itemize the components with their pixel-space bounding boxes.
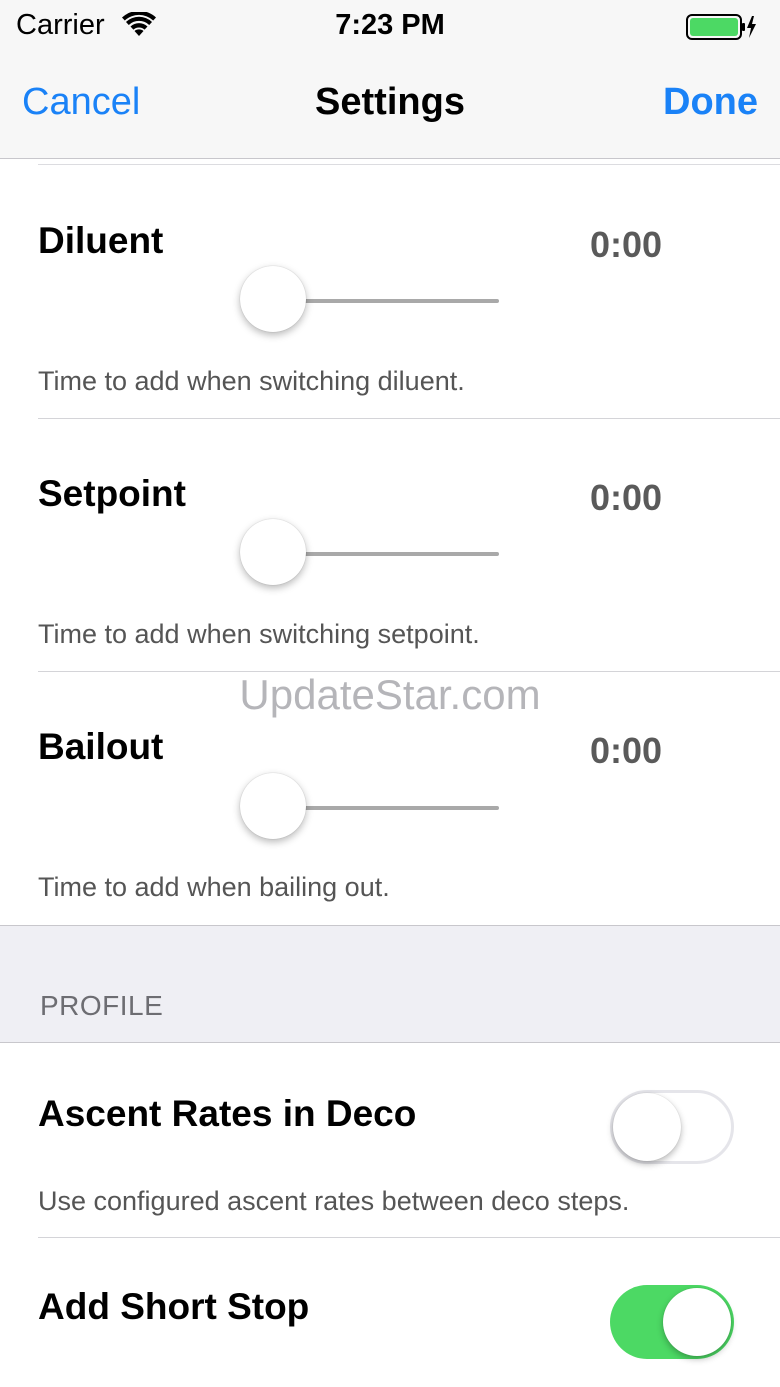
setpoint-description: Time to add when switching setpoint. bbox=[38, 619, 480, 649]
ascent-rates-row: Ascent Rates in Deco Use configured asce… bbox=[0, 1043, 780, 1237]
short-stop-switch[interactable] bbox=[610, 1285, 734, 1359]
status-time: 7:23 PM bbox=[335, 9, 445, 41]
bailout-description: Time to add when bailing out. bbox=[38, 872, 390, 902]
diluent-row: Diluent 0:00 Time to add when switching … bbox=[0, 166, 780, 418]
section-header-label: PROFILE bbox=[40, 990, 164, 1021]
bailout-slider-track[interactable] bbox=[272, 806, 499, 810]
ascent-rates-title: Ascent Rates in Deco bbox=[38, 1093, 417, 1134]
short-stop-row: Add Short Stop bbox=[0, 1238, 780, 1387]
done-button[interactable]: Done bbox=[663, 81, 758, 124]
battery-icon bbox=[686, 14, 758, 40]
bailout-row: Bailout 0:00 Time to add when bailing ou… bbox=[0, 672, 780, 924]
diluent-description: Time to add when switching diluent. bbox=[38, 366, 465, 396]
status-bar: Carrier 7:23 PM bbox=[0, 0, 780, 52]
navigation-bar: Cancel Settings Done bbox=[0, 52, 780, 159]
bailout-slider-thumb[interactable] bbox=[240, 773, 306, 839]
ascent-rates-description: Use configured ascent rates between deco… bbox=[38, 1186, 630, 1216]
setpoint-slider-thumb[interactable] bbox=[240, 519, 306, 585]
ascent-rates-switch[interactable] bbox=[610, 1090, 734, 1164]
setpoint-title: Setpoint bbox=[38, 473, 186, 514]
diluent-value: 0:00 bbox=[589, 224, 662, 265]
diluent-slider-track[interactable] bbox=[272, 299, 499, 303]
switch-knob bbox=[663, 1288, 731, 1356]
diluent-title: Diluent bbox=[38, 220, 164, 261]
separator bbox=[38, 164, 780, 165]
short-stop-title: Add Short Stop bbox=[38, 1286, 310, 1327]
bailout-value: 0:00 bbox=[589, 730, 662, 771]
bailout-title: Bailout bbox=[38, 726, 164, 767]
diluent-slider-thumb[interactable] bbox=[240, 266, 306, 332]
setpoint-value: 0:00 bbox=[589, 477, 662, 518]
switch-knob bbox=[613, 1093, 681, 1161]
profile-section-header: PROFILE bbox=[0, 925, 780, 1043]
setpoint-row: Setpoint 0:00 Time to add when switching… bbox=[0, 419, 780, 671]
setpoint-slider-track[interactable] bbox=[272, 552, 499, 556]
